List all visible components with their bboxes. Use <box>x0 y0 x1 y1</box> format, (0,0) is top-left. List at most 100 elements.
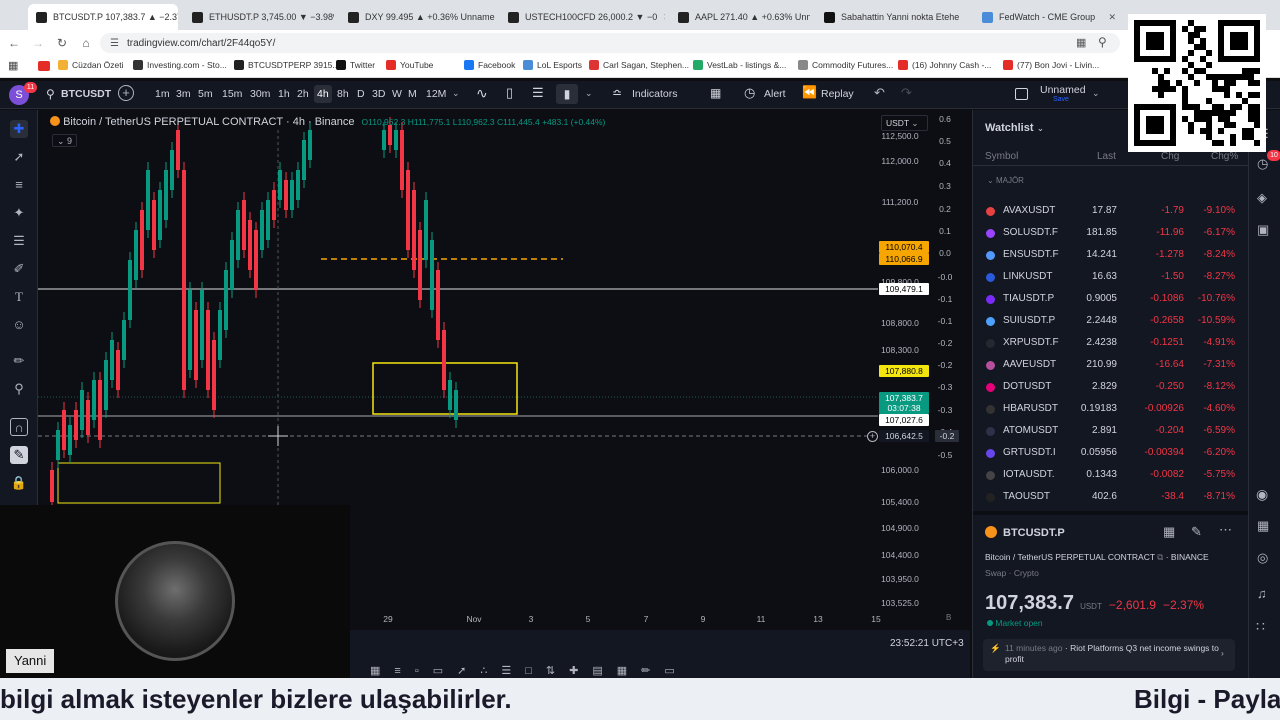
browser-tab[interactable]: BTCUSDT.P 107,383.7 ▲ −2.37%✕ <box>28 4 178 30</box>
watchlist-row[interactable]: LINKUSDT 16.63 -1.50 -8.27% <box>973 266 1249 288</box>
ruler-icon[interactable]: ✏ <box>10 352 28 370</box>
projection-icon[interactable]: ☰ <box>10 232 28 250</box>
reload-icon[interactable]: ↻ <box>50 36 74 50</box>
zoom-icon[interactable]: ⚲ <box>1098 35 1107 49</box>
chat-icon[interactable]: ▣ <box>1257 222 1269 238</box>
bookmark-item[interactable]: Cüzdan Özeti <box>58 60 124 70</box>
col-chg[interactable]: Chg <box>1161 151 1179 162</box>
fav-tool-icon[interactable]: □ <box>525 665 546 677</box>
interval-2h[interactable]: 2h <box>294 85 312 103</box>
browser-tab[interactable]: FedWatch - CME Group ✕ <box>974 4 1124 30</box>
tab-close-icon[interactable]: ✕ <box>959 12 966 23</box>
alerts-sidebar-icon[interactable]: ◷ <box>1257 156 1268 172</box>
forward-icon[interactable]: → <box>26 36 50 50</box>
text-icon[interactable]: T <box>10 288 28 306</box>
youtube-bookmark-icon[interactable] <box>38 61 50 71</box>
browser-tab[interactable]: AAPL 271.40 ▲ +0.63% Unnam✕ <box>670 4 810 30</box>
back-icon[interactable]: ← <box>2 36 26 50</box>
interval-30m[interactable]: 30m <box>247 85 273 103</box>
replay-icon[interactable]: ⏪ <box>802 85 817 99</box>
fav-tool-icon[interactable]: ▤ <box>592 665 616 677</box>
bookmark-item[interactable]: Commodity Futures... <box>798 60 893 70</box>
details-grid-icon[interactable]: ▦ <box>1163 524 1175 540</box>
undo-icon[interactable]: ↶ <box>874 85 885 101</box>
compare-add-icon[interactable]: + <box>118 85 134 101</box>
interval-D[interactable]: D <box>354 85 368 103</box>
details-more-icon[interactable]: ⋯ <box>1219 522 1232 538</box>
fav-tool-icon[interactable]: ✏ <box>641 665 664 677</box>
browser-tab[interactable]: USTECH100CFD 26,000.2 ▼ −0✕ <box>500 4 665 30</box>
bookmark-item[interactable]: Investing.com - Sto... <box>133 60 227 70</box>
search-icon[interactable]: ⚲ <box>46 87 55 101</box>
external-link-icon[interactable]: ⧉ <box>1157 552 1163 562</box>
fav-tool-icon[interactable]: ▫ <box>415 665 433 677</box>
alert-button[interactable]: Alert <box>764 88 786 100</box>
home-icon[interactable]: ⌂ <box>74 36 98 50</box>
layout-dropdown-icon[interactable]: ⌄ <box>1092 88 1100 99</box>
interval-1h[interactable]: 1h <box>275 85 293 103</box>
interval-12M[interactable]: 12M <box>423 85 449 103</box>
fav-tool-icon[interactable]: ▭ <box>433 665 457 677</box>
watchlist-row[interactable]: XRPUSDT.F 2.4238 -0.1251 -4.91% <box>973 332 1249 354</box>
browser-tab[interactable]: Sabahattin Yanni nokta Etehe✕ <box>816 4 966 30</box>
replay-button[interactable]: Replay <box>821 88 854 100</box>
fav-tool-icon[interactable]: ➚ <box>457 665 480 677</box>
browser-tab[interactable]: DXY 99.495 ▲ +0.36% Unname✕ <box>340 4 495 30</box>
interval-3D[interactable]: 3D <box>369 85 388 103</box>
interval-3m[interactable]: 3m <box>173 85 194 103</box>
fav-tool-icon[interactable]: ▦ <box>370 665 394 677</box>
lock-icon[interactable]: 🔒 <box>10 474 28 492</box>
interval-15m[interactable]: 15m <box>219 85 245 103</box>
watchlist-row[interactable]: TAOUSDT 402.6 -38.4 -8.71% <box>973 486 1249 508</box>
fav-tool-icon[interactable]: ✚ <box>569 665 592 677</box>
interval-8h[interactable]: 8h <box>334 85 352 103</box>
watchlist-header[interactable]: Watchlist ⌄ <box>985 122 1044 134</box>
watchlist-row[interactable]: AAVEUSDT 210.99 -16.64 -7.31% <box>973 354 1249 376</box>
col-chg-pct[interactable]: Chg% <box>1211 151 1238 162</box>
interval-W[interactable]: W <box>389 85 405 103</box>
utc-clock[interactable]: 23:52:21 UTC+3 <box>890 638 964 649</box>
emoji-icon[interactable]: ☺ <box>10 316 28 334</box>
col-last[interactable]: Last <box>1097 151 1116 162</box>
brush-icon[interactable]: ✐ <box>10 260 28 278</box>
active-chart-style-icon[interactable]: ▮ <box>556 84 578 104</box>
watchlist-row[interactable]: IOTAUSDT. 0.1343 -0.0082 -5.75% <box>973 464 1249 486</box>
fav-tool-icon[interactable]: ⇅ <box>546 665 569 677</box>
line-chart-icon[interactable]: ∿ <box>476 85 488 102</box>
interval-M[interactable]: M <box>405 85 420 103</box>
candles-icon[interactable]: ▯ <box>506 85 513 101</box>
crosshair-icon[interactable]: ✚ <box>10 120 28 138</box>
apps-icon[interactable]: ∷ <box>1256 618 1265 635</box>
add-price-alert-icon[interactable]: + <box>867 431 878 442</box>
details-symbol[interactable]: BTCUSDT.P <box>1003 527 1065 539</box>
watchlist-row[interactable]: ATOMUSDT 2.891 -0.204 -6.59% <box>973 420 1249 442</box>
browser-tab[interactable]: ETHUSDT.P 3,745.00 ▼ −3.98%✕ <box>184 4 334 30</box>
col-symbol[interactable]: Symbol <box>985 151 1018 162</box>
currency-selector[interactable]: USDT ⌄ <box>881 115 928 131</box>
time-reset-icon[interactable]: B <box>946 613 951 622</box>
indicators-collapse[interactable]: ⌄ 9 <box>52 134 78 147</box>
lower-zone-box[interactable] <box>57 462 221 504</box>
chart-title[interactable]: Bitcoin / TetherUS PERPETUAL CONTRACT · … <box>63 116 354 128</box>
watchlist-row[interactable]: DOTUSDT 2.829 -0.250 -8.12% <box>973 376 1249 398</box>
apps-grid-icon[interactable]: ▦ <box>8 59 18 72</box>
interval-dropdown-icon[interactable]: ⌄ <box>452 88 460 99</box>
watchlist-row[interactable]: ENSUSDT.F 14.241 -1.278 -8.24% <box>973 244 1249 266</box>
interval-5m[interactable]: 5m <box>195 85 216 103</box>
bookmark-item[interactable]: LoL Esports <box>523 60 582 70</box>
fav-tool-icon[interactable]: ▦ <box>617 665 641 677</box>
symbol-search[interactable]: BTCUSDT <box>61 88 111 100</box>
bookmark-item[interactable]: BTCUSDTPERP 3915... <box>234 60 340 70</box>
bars-style-icon[interactable]: ☰ <box>532 85 544 101</box>
tab-close-icon[interactable]: ✕ <box>1102 12 1116 23</box>
bookmark-item[interactable]: YouTube <box>386 60 433 70</box>
details-edit-icon[interactable]: ✎ <box>1191 524 1202 540</box>
bookmark-item[interactable]: (16) Johnny Cash -... <box>898 60 991 70</box>
watchlist-row[interactable]: AVAXUSDT 17.87 -1.79 -9.10% <box>973 200 1249 222</box>
indicators-button[interactable]: Indicators <box>632 88 678 100</box>
watchlist-row[interactable]: GRTUSDT.I 0.05956 -0.00394 -6.20% <box>973 442 1249 464</box>
translate-icon[interactable]: ▦ <box>1076 36 1086 49</box>
chart-style-dropdown-icon[interactable]: ⌄ <box>585 88 593 99</box>
fib-icon[interactable]: ≡ <box>10 176 28 194</box>
bookmark-item[interactable]: VestLab - listings &... <box>693 60 786 70</box>
